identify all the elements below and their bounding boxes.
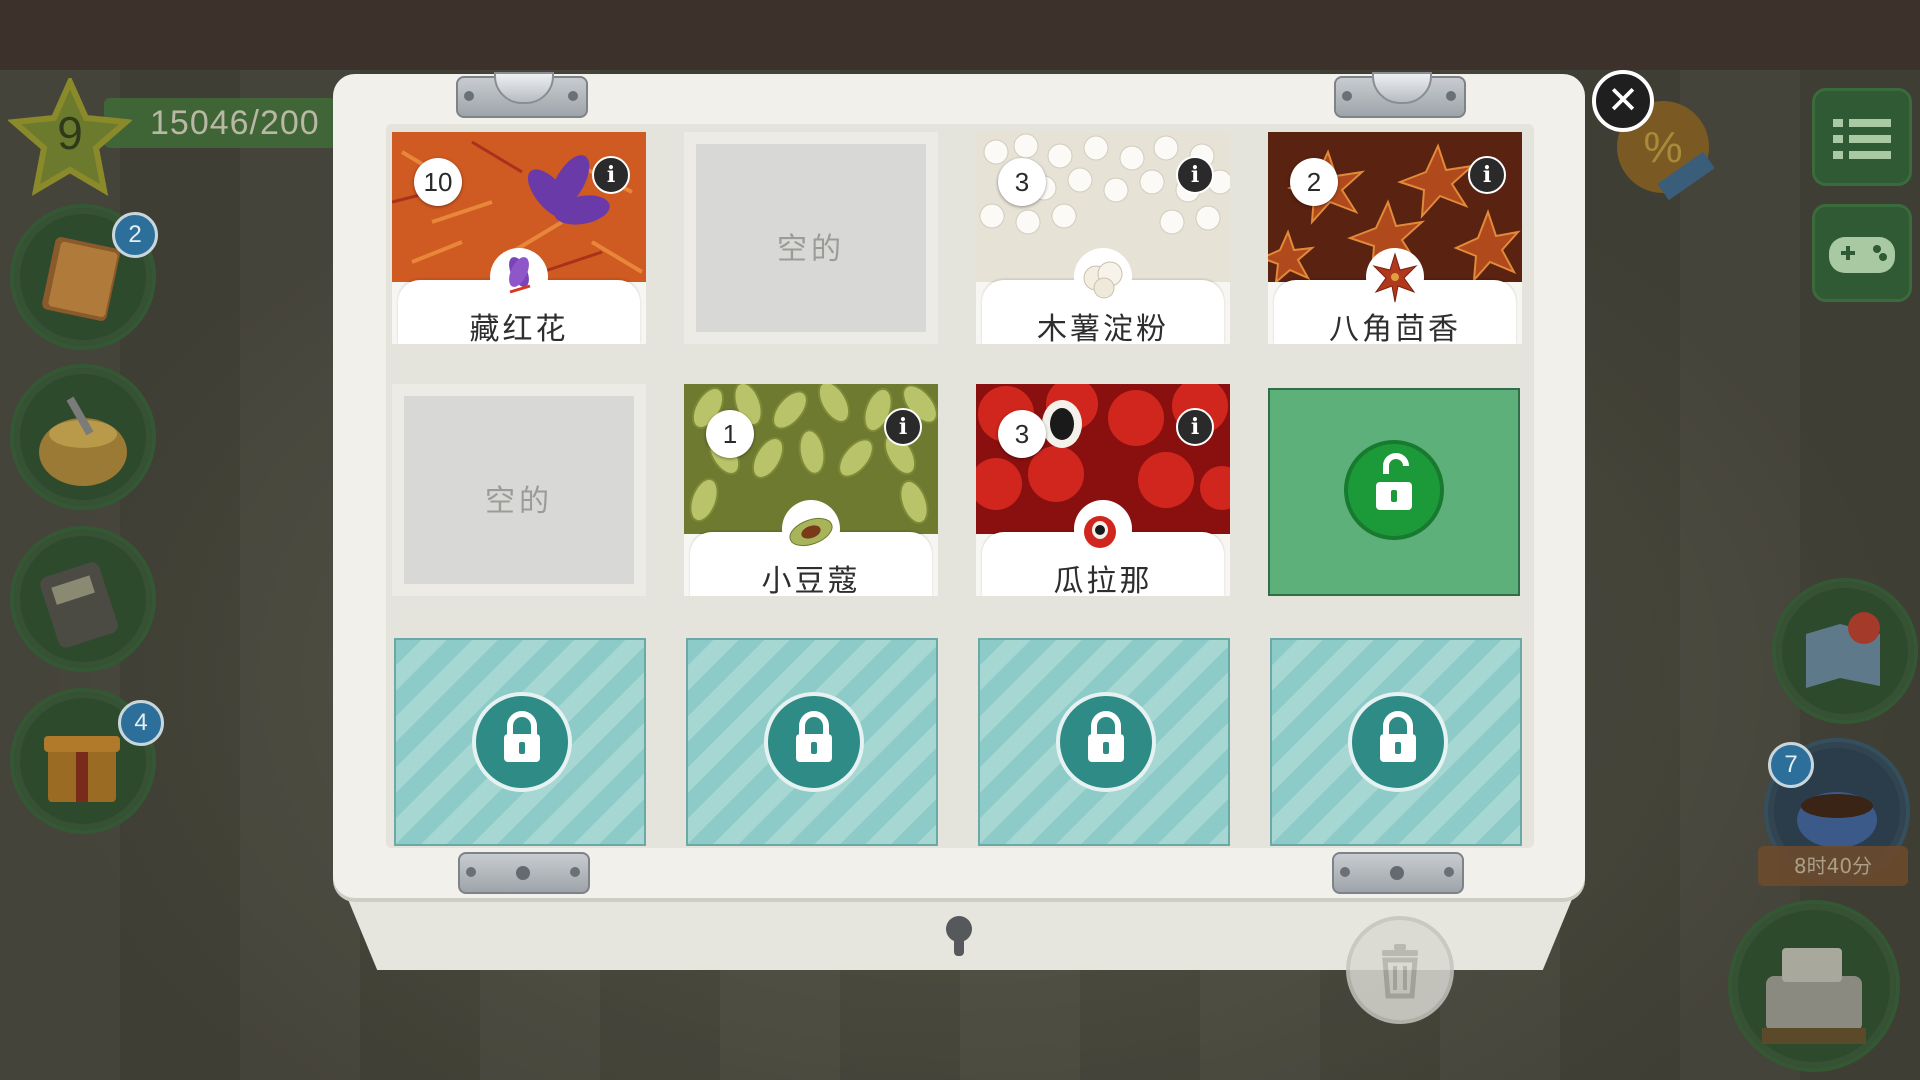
map-button[interactable] [1772, 578, 1918, 724]
discard-button[interactable] [1346, 916, 1454, 1024]
upgrade-timer: 8时40分 [1758, 846, 1908, 886]
chest-hinge-top-left [456, 72, 588, 118]
cash-register-button[interactable] [1728, 900, 1900, 1072]
gift-button[interactable]: 4 [10, 688, 164, 834]
spice-name: 八角茴香 [1329, 312, 1461, 344]
quantity-badge: 3 [998, 410, 1046, 458]
quantity-badge: 3 [998, 158, 1046, 206]
guarana-icon [1074, 500, 1132, 558]
spice-name: 藏红花 [469, 312, 569, 344]
unlockable-slot[interactable] [1268, 388, 1520, 596]
gamepad-icon [1829, 237, 1895, 273]
svg-text:%: % [1643, 123, 1682, 172]
spice-slot-saffron[interactable]: 10 i 藏红花 [392, 132, 646, 344]
info-icon[interactable]: i [1176, 156, 1214, 194]
quantity-badge: 1 [706, 410, 754, 458]
coffee-count-badge: 7 [1768, 742, 1814, 788]
map-icon [1806, 612, 1880, 688]
empty-slot[interactable]: 空的 [684, 132, 938, 344]
lock-icon [1056, 692, 1156, 792]
info-icon[interactable]: i [884, 408, 922, 446]
spice-name: 木薯淀粉 [1037, 312, 1169, 344]
spice-slot-guarana[interactable]: 3 i 瓜拉那 [976, 384, 1230, 596]
spice-slot-star-anise[interactable]: 2 i 八角茴香 [1268, 132, 1522, 344]
empty-label: 空的 [777, 232, 845, 267]
saffron-icon [490, 248, 548, 306]
chest-latch-bottom-right [1332, 852, 1464, 894]
lock-icon [764, 692, 864, 792]
menu-button[interactable] [1812, 88, 1912, 186]
spice-name: 瓜拉那 [1053, 564, 1153, 596]
info-icon[interactable]: i [592, 156, 630, 194]
spice-slot-cardamom[interactable]: 1 i 小豆蔻 [684, 384, 938, 596]
keyhole-icon [946, 916, 972, 956]
star-anise-icon [1366, 248, 1424, 306]
level-number: 9 [57, 107, 83, 159]
empty-slot[interactable]: 空的 [392, 384, 646, 596]
phone-button[interactable] [10, 526, 156, 672]
xp-counter: 15046/200 [150, 104, 320, 142]
tapioca-icon [1074, 248, 1132, 306]
close-icon: ✕ [1607, 78, 1639, 122]
info-icon[interactable]: i [1176, 408, 1214, 446]
chest-latch-bottom-left [458, 852, 590, 894]
gift-count-badge: 4 [118, 700, 164, 746]
locked-slot[interactable] [686, 638, 938, 846]
recipe-book-button[interactable]: 2 [10, 204, 158, 350]
ingredient-sack-button[interactable] [10, 364, 156, 510]
cardamom-icon [782, 500, 840, 558]
chest-hinge-top-right [1334, 72, 1466, 118]
locked-slot[interactable] [394, 638, 646, 846]
lock-icon [1348, 692, 1448, 792]
phone-icon [40, 562, 118, 648]
minigame-button[interactable] [1812, 204, 1912, 302]
unlock-icon[interactable] [1344, 440, 1444, 540]
locked-slot[interactable] [978, 638, 1230, 846]
trash-icon [1382, 944, 1418, 999]
info-icon[interactable]: i [1468, 156, 1506, 194]
quantity-badge: 10 [414, 158, 462, 206]
spice-slot-tapioca-starch[interactable]: 3 i 木薯淀粉 [976, 132, 1230, 344]
spice-name: 小豆蔻 [761, 564, 861, 596]
empty-label: 空的 [485, 484, 553, 519]
close-button[interactable]: ✕ [1592, 70, 1654, 132]
quantity-badge: 2 [1290, 158, 1338, 206]
book-count-badge: 2 [112, 212, 158, 258]
flour-sack-icon [39, 396, 127, 486]
cash-register-icon [1762, 948, 1866, 1044]
locked-slot[interactable] [1270, 638, 1522, 846]
lock-icon [472, 692, 572, 792]
list-menu-icon [1833, 119, 1891, 159]
level-star-icon[interactable]: 9 [6, 74, 134, 198]
